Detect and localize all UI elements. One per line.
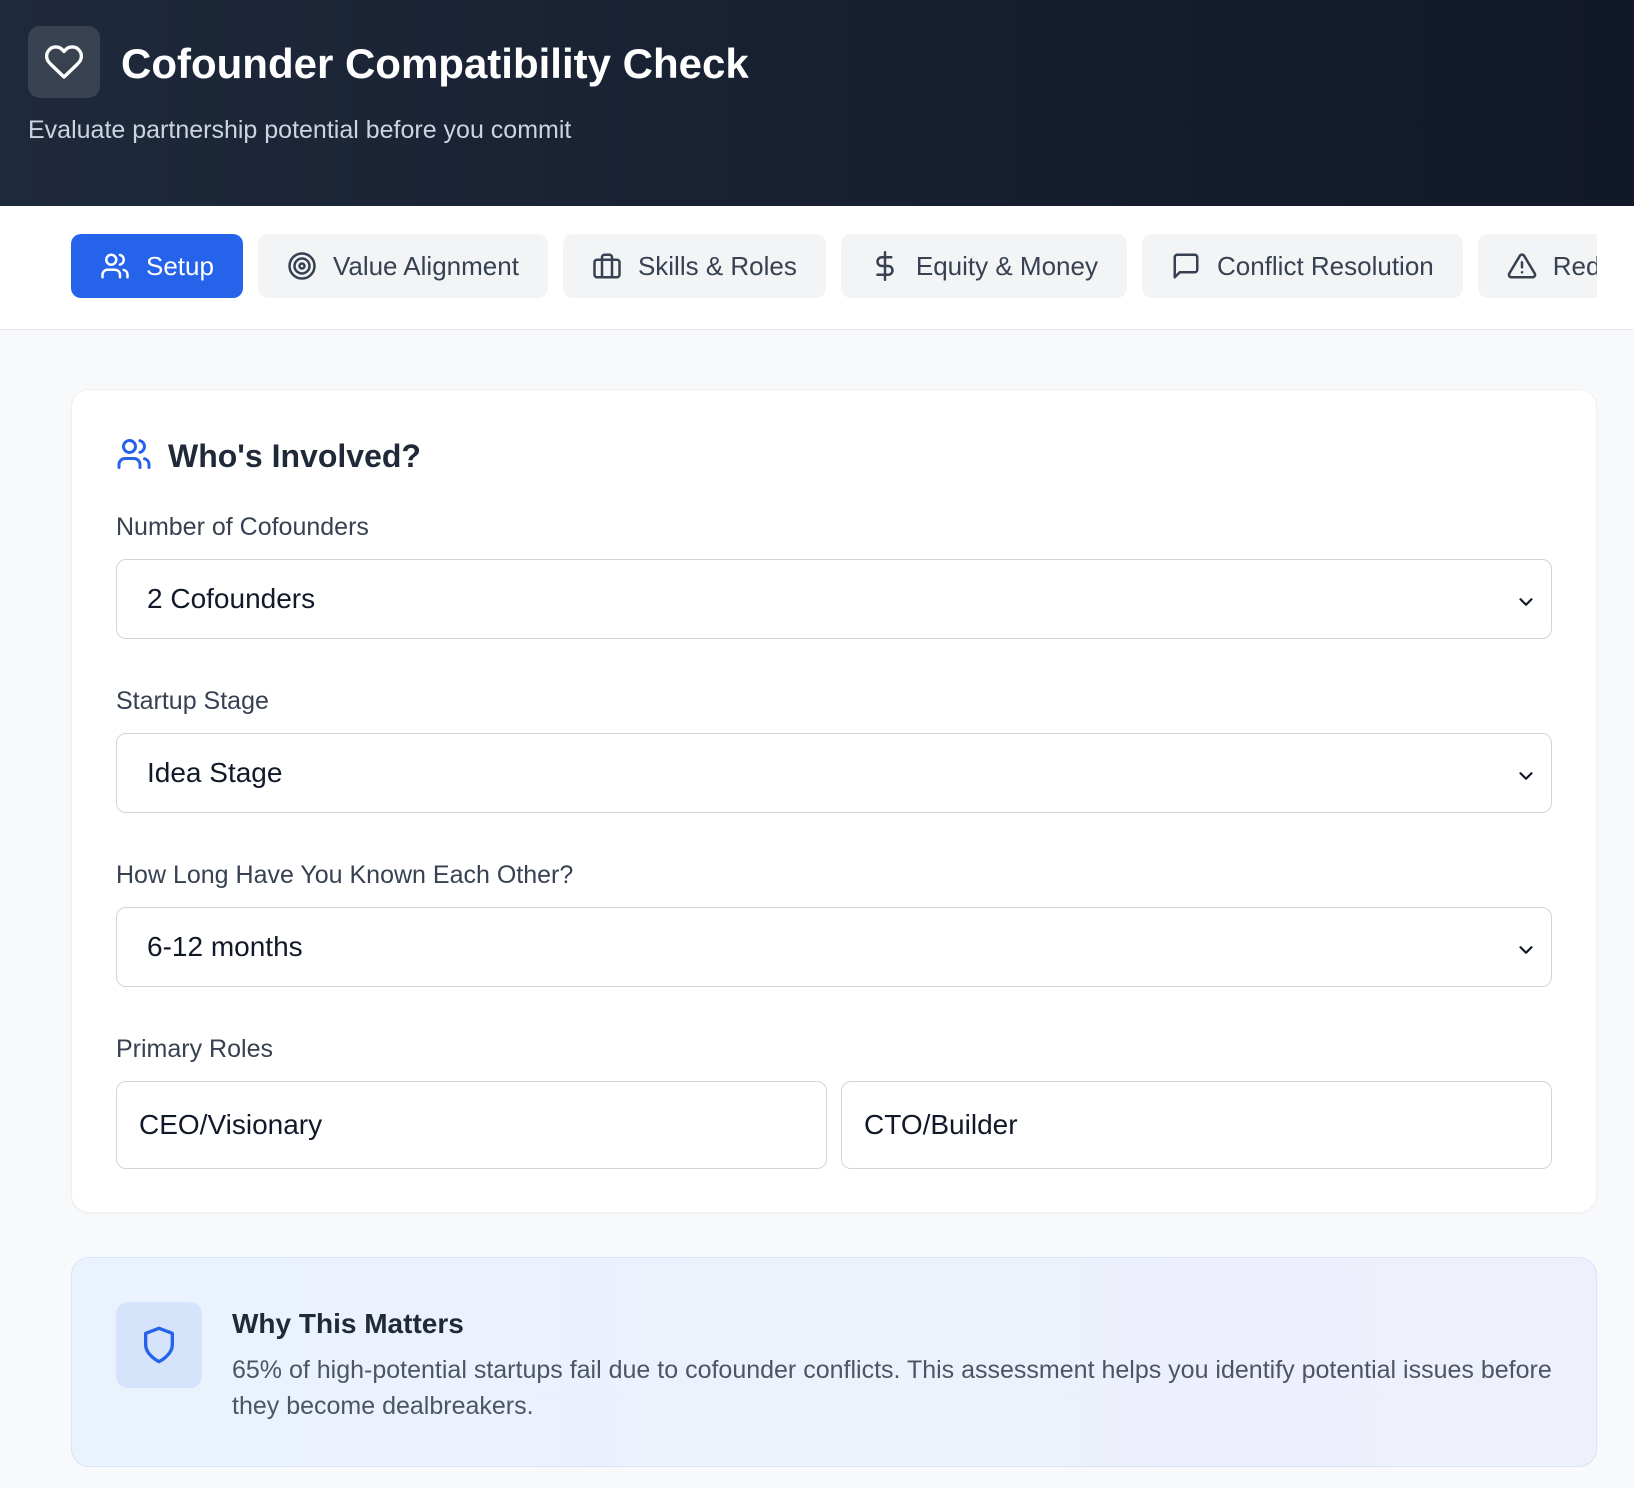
tab-label: Skills & Roles (637, 250, 797, 281)
dollar-icon (870, 251, 900, 281)
select-value: Idea Stage (147, 757, 283, 788)
chevron-down-icon (1515, 588, 1537, 620)
role-2-input[interactable]: CTO/Builder (841, 1081, 1552, 1169)
tab-bar: Setup Value Alignment Skills & Roles Equ… (0, 206, 1634, 330)
tab-equity-money[interactable]: Equity & Money (840, 234, 1127, 298)
tab-label: Equity & Money (915, 250, 1098, 281)
chevron-down-icon (1515, 936, 1537, 968)
why-this-matters-panel: Why This Matters 65% of high-potential s… (71, 1257, 1597, 1467)
known-duration-label: How Long Have You Known Each Other? (116, 861, 574, 889)
app-subtitle: Evaluate partnership potential before yo… (28, 116, 572, 144)
cofounders-label: Number of Cofounders (116, 513, 369, 541)
info-text: 65% of high-potential startups fail due … (232, 1356, 1552, 1420)
app-header: Cofounder Compatibility Check Evaluate p… (0, 0, 1634, 206)
message-icon (1171, 251, 1201, 281)
known-duration-select[interactable]: 6-12 months (116, 907, 1552, 987)
role-1-input[interactable]: CEO/Visionary (116, 1081, 827, 1169)
logo (28, 26, 100, 98)
tab-skills-roles[interactable]: Skills & Roles (562, 234, 826, 298)
heart-icon (44, 45, 84, 79)
alert-triangle-icon (1507, 251, 1537, 281)
tab-setup[interactable]: Setup (71, 234, 243, 298)
tab-conflict-resolution[interactable]: Conflict Resolution (1141, 234, 1463, 298)
app-title: Cofounder Compatibility Check (121, 40, 749, 87)
cofounders-select[interactable]: 2 Cofounders (116, 559, 1552, 639)
setup-card: Who's Involved? Number of Cofounders 2 C… (71, 389, 1597, 1213)
select-value: 6-12 months (147, 931, 303, 962)
tab-red-flags[interactable]: Red (1477, 234, 1597, 298)
users-icon (116, 436, 152, 477)
primary-roles-label: Primary Roles (116, 1035, 273, 1063)
tabs-scroll-area[interactable]: Setup Value Alignment Skills & Roles Equ… (71, 234, 1597, 302)
briefcase-icon (592, 251, 622, 281)
tab-label: Setup (146, 250, 214, 281)
main-content: Who's Involved? Number of Cofounders 2 C… (71, 389, 1597, 1467)
tab-label: Value Alignment (332, 250, 519, 281)
startup-stage-label: Startup Stage (116, 687, 269, 715)
tab-value-alignment[interactable]: Value Alignment (257, 234, 548, 298)
chevron-down-icon (1515, 762, 1537, 794)
tab-label: Conflict Resolution (1216, 250, 1434, 281)
shield-icon-box (116, 1302, 202, 1388)
tab-label: Red (1552, 250, 1597, 281)
users-icon (100, 251, 130, 281)
startup-stage-select[interactable]: Idea Stage (116, 733, 1552, 813)
card-title: Who's Involved? (168, 438, 421, 474)
shield-icon (144, 1326, 174, 1364)
info-title: Why This Matters (232, 1308, 464, 1339)
target-icon (287, 251, 317, 281)
select-value: 2 Cofounders (147, 583, 316, 614)
